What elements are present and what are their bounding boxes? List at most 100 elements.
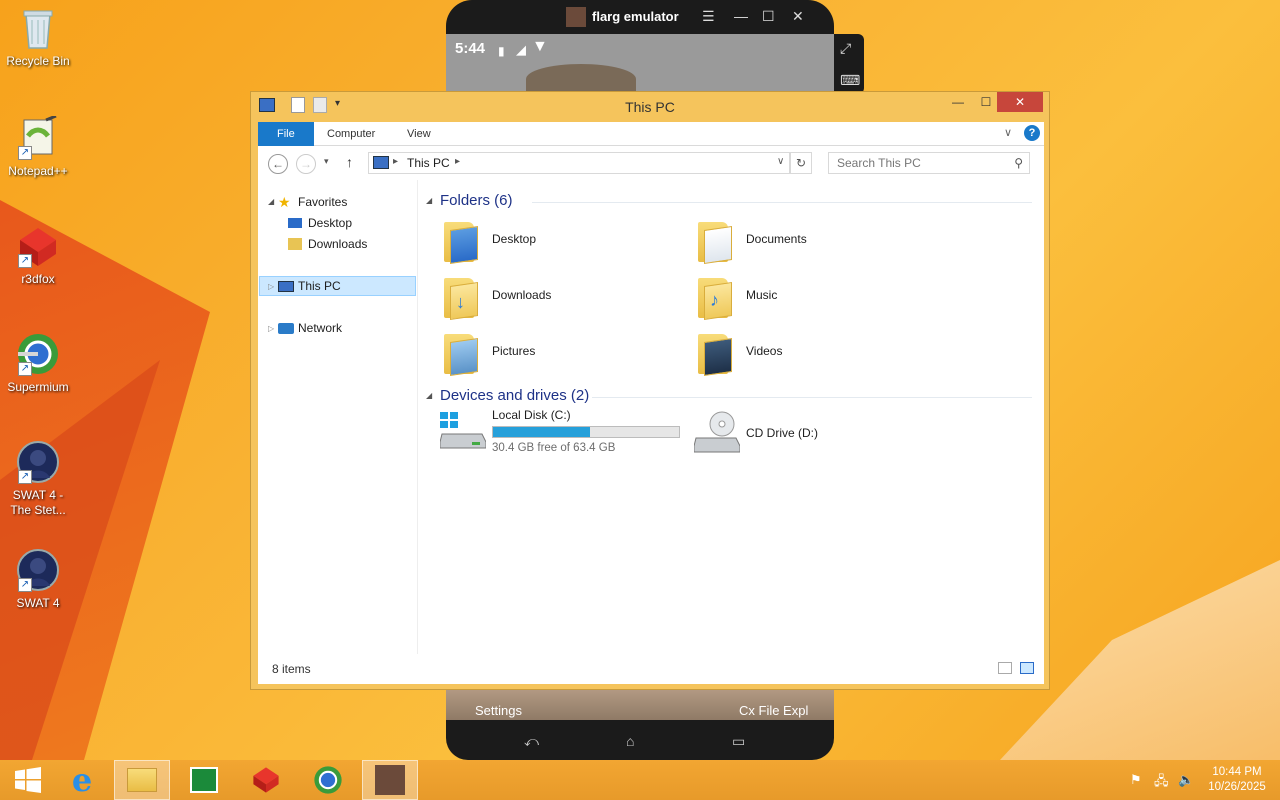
settings-label[interactable]: Settings	[475, 703, 522, 718]
drive-local-disk-c[interactable]: Local Disk (C:) 30.4 GB free of 63.4 GB	[439, 408, 680, 460]
folder-label: Downloads	[492, 288, 552, 302]
close-icon[interactable]: ✕	[792, 8, 804, 25]
desktop-icon-label: Notepad++	[8, 164, 68, 178]
maximize-button[interactable]: ☐	[972, 92, 1000, 112]
desktop-icon-r3dfox[interactable]: ↗ r3dfox	[2, 224, 74, 287]
drive-label: CD Drive (D:)	[746, 426, 818, 440]
collapsed-arrow-icon[interactable]: ▷	[268, 319, 274, 339]
breadcrumb-chevron-icon[interactable]: ▸	[393, 156, 398, 167]
explorer-window[interactable]: ▾ This PC — ☐ ✕ File Computer View ∨ ? ←…	[250, 91, 1050, 690]
start-button[interactable]	[0, 760, 56, 800]
emulator-side-toolbar: ⤢ ⌨	[834, 34, 864, 94]
desktop-icon-label: SWAT 4	[16, 596, 60, 610]
action-center-flag-icon[interactable]: ⚑	[1130, 772, 1142, 788]
battery-icon: ▮	[498, 44, 505, 58]
taskbar-internet-explorer[interactable]: e	[54, 760, 110, 800]
clock-date: 10/26/2025	[1208, 781, 1266, 793]
item-count: 8 items	[272, 662, 311, 676]
window-title: This PC	[625, 99, 675, 115]
flarg-emulator-icon	[375, 765, 405, 795]
folder-documents[interactable]: Documents	[694, 216, 934, 268]
forward-arrow-icon[interactable]: →	[296, 154, 316, 174]
volume-muted-icon[interactable]: 🔈	[1178, 772, 1194, 788]
minimize-icon[interactable]: —	[734, 8, 748, 24]
nav-this-pc[interactable]: This PC	[298, 276, 341, 296]
taskbar-supermium[interactable]	[300, 760, 356, 800]
desktop-icon-swat4-stetchkov[interactable]: ↗ SWAT 4 - The Stet...	[2, 440, 74, 518]
music-folder-icon: ♪	[694, 274, 734, 320]
folder-pictures[interactable]: Pictures	[440, 328, 680, 380]
back-nav-icon[interactable]: ⤺	[524, 733, 539, 750]
breadcrumb-chevron-icon[interactable]: ▸	[455, 156, 460, 167]
drive-cd-d[interactable]: CD Drive (D:)	[693, 408, 934, 460]
collapsed-arrow-icon[interactable]: ▷	[268, 277, 274, 297]
group-header-folders[interactable]: Folders (6)	[440, 192, 513, 209]
nav-desktop[interactable]: Desktop	[308, 213, 352, 233]
taskbar-r3dfox[interactable]	[238, 760, 294, 800]
expand-ribbon-icon[interactable]: ∨	[1004, 126, 1012, 139]
folder-videos[interactable]: Videos	[694, 328, 934, 380]
window-titlebar[interactable]: ▾ This PC — ☐ ✕	[251, 92, 1049, 120]
address-bar[interactable]: ▸ This PC ▸ ∨	[368, 152, 790, 174]
cx-file-explorer-label[interactable]: Cx File Expl	[739, 703, 808, 718]
cd-drive-icon	[693, 410, 741, 454]
folder-music[interactable]: ♪ Music	[694, 272, 934, 324]
collapse-group-icon[interactable]: ◢	[426, 391, 432, 400]
close-button[interactable]: ✕	[997, 92, 1043, 112]
recent-locations-dropdown-icon[interactable]: ▾	[324, 156, 329, 167]
home-nav-icon[interactable]: ⌂	[626, 733, 634, 749]
desktop-icon-notepadpp[interactable]: ↗ Notepad++	[2, 114, 74, 179]
drive-label: Local Disk (C:)	[492, 408, 571, 422]
tab-file[interactable]: File	[258, 122, 314, 146]
ribbon-tabs: File Computer View ∨ ?	[258, 122, 1044, 146]
documents-folder-icon	[694, 218, 734, 264]
signal-icon: ◢	[516, 42, 526, 57]
fullscreen-icon[interactable]: ⤢	[840, 40, 851, 57]
nav-network[interactable]: Network	[298, 318, 342, 338]
taskbar-flarg-emulator[interactable]	[362, 760, 418, 800]
taskbar-store[interactable]	[176, 760, 232, 800]
address-row: ← → ▾ ↑ ▸ This PC ▸ ∨ ↻ Search This PC ⚲	[258, 146, 1044, 180]
refresh-icon[interactable]: ↻	[790, 152, 812, 174]
search-input[interactable]: Search This PC ⚲	[828, 152, 1030, 174]
nav-downloads[interactable]: Downloads	[308, 234, 367, 254]
collapse-group-icon[interactable]: ◢	[426, 196, 432, 205]
clock-time: 10:44 PM	[1212, 766, 1262, 778]
tab-view[interactable]: View	[394, 122, 444, 146]
folder-label: Videos	[746, 344, 783, 358]
drive-usage-fill	[493, 427, 590, 437]
folder-label: Music	[746, 288, 778, 302]
recents-nav-icon[interactable]: ▭	[732, 733, 745, 750]
system-clock[interactable]: 10:44 PM 10/26/2025	[1200, 765, 1274, 795]
group-header-devices[interactable]: Devices and drives (2)	[440, 387, 589, 404]
desktop-icon-swat4[interactable]: ↗ SWAT 4	[2, 548, 74, 611]
minimize-button[interactable]: —	[944, 92, 972, 112]
nav-favorites[interactable]: Favorites	[298, 192, 347, 212]
supermium-icon: ↗	[16, 332, 60, 376]
folder-desktop[interactable]: Desktop	[440, 216, 680, 268]
keyboard-icon[interactable]: ⌨	[840, 72, 860, 89]
address-dropdown-icon[interactable]: ∨	[777, 156, 784, 167]
back-arrow-icon[interactable]: ←	[268, 154, 288, 174]
folder-downloads[interactable]: ↓ Downloads	[440, 272, 680, 324]
expand-arrow-icon[interactable]: ◢	[268, 192, 274, 212]
taskbar-file-explorer[interactable]	[114, 760, 170, 800]
tab-computer[interactable]: Computer	[314, 122, 388, 146]
drive-usage-bar	[492, 426, 680, 438]
shortcut-arrow-icon: ↗	[18, 146, 32, 160]
breadcrumb-this-pc[interactable]: This PC	[407, 156, 450, 170]
drive-free-space: 30.4 GB free of 63.4 GB	[492, 442, 616, 454]
ie-icon: e	[71, 761, 93, 799]
folder-label: Desktop	[492, 232, 537, 246]
desktop-icon-recycle-bin[interactable]: Recycle Bin	[2, 6, 74, 69]
hamburger-menu-icon[interactable]: ☰	[702, 8, 715, 25]
help-icon[interactable]: ?	[1024, 125, 1040, 141]
network-tray-icon[interactable]: 🖧	[1154, 772, 1169, 794]
up-arrow-icon[interactable]: ↑	[346, 154, 353, 170]
swat4-icon: ↗	[16, 548, 60, 592]
maximize-icon[interactable]: ☐	[762, 8, 775, 25]
large-icons-view-icon[interactable]	[1020, 662, 1034, 674]
this-pc-icon	[278, 281, 294, 292]
details-view-icon[interactable]	[998, 662, 1012, 674]
desktop-icon-supermium[interactable]: ↗ Supermium	[2, 332, 74, 395]
